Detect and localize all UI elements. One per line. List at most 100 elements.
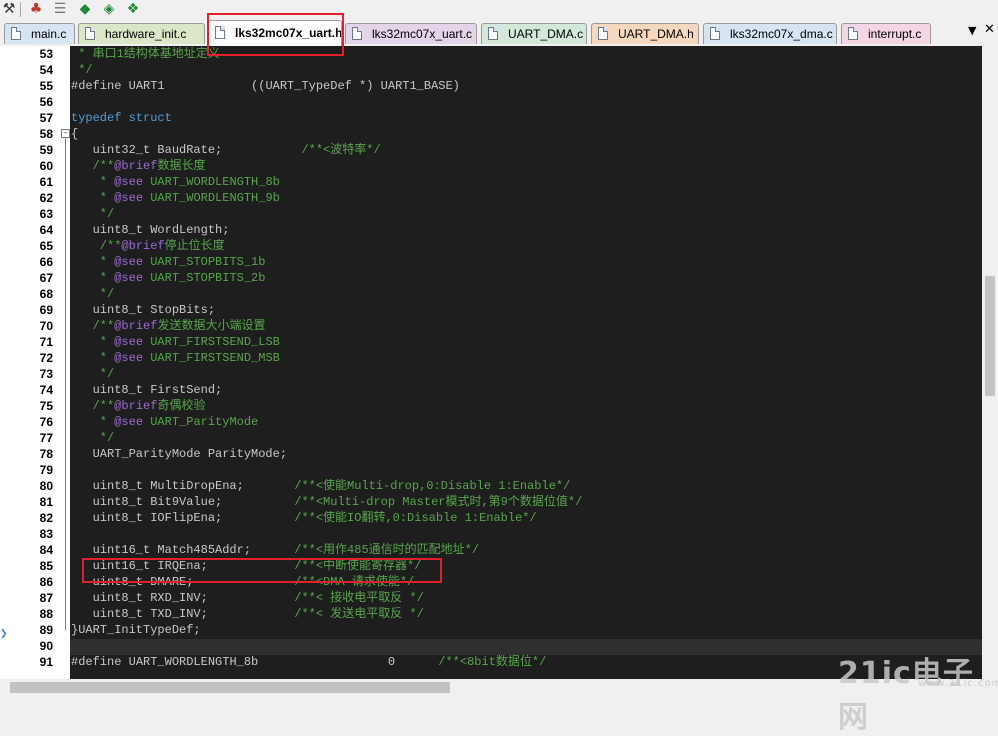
code-line[interactable]: 62 * @see UART_WORDLENGTH_9b xyxy=(0,190,982,206)
code-line[interactable]: 90 xyxy=(0,638,982,654)
code-line[interactable]: 84 uint16_t Match485Addr; /**<用作485通信时的匹… xyxy=(0,542,982,558)
code-line[interactable]: 57 typedef struct xyxy=(0,110,982,126)
code-line[interactable]: 73 */ xyxy=(0,366,982,382)
code-token: * xyxy=(71,415,115,429)
code-line[interactable]: 67 * @see UART_STOPBITS_2b xyxy=(0,270,982,286)
code-line[interactable]: 75 /**@brief奇偶校验 xyxy=(0,398,982,414)
code-token: UART_WORDLENGTH_8b 0 xyxy=(121,655,439,669)
tab-lks32mc07x-uart-c[interactable]: lks32mc07x_uart.c xyxy=(345,23,477,44)
tab-uart-dma-h[interactable]: UART_DMA.h xyxy=(591,23,699,44)
code-line[interactable]: 64 uint8_t WordLength; xyxy=(0,222,982,238)
code-line[interactable]: 88 uint8_t TXD_INV; /**< 发送电平取反 */ xyxy=(0,606,982,622)
code-token: UART_STOPBITS_2b xyxy=(143,271,266,285)
tab-uart-dma-c[interactable]: UART_DMA.c xyxy=(481,23,587,44)
code-line[interactable]: 74 uint8_t FirstSend; xyxy=(0,382,982,398)
close-icon[interactable]: ✕ xyxy=(984,22,995,37)
tab-label: hardware_init.c xyxy=(105,27,187,41)
module-icon[interactable]: ♣ xyxy=(28,1,44,17)
horizontal-scrollbar[interactable] xyxy=(0,679,982,696)
tab-label: lks32mc07x_dma.c xyxy=(730,27,833,41)
code-line[interactable]: 91 #define UART_WORDLENGTH_8b 0 /**<8bit数… xyxy=(0,654,982,670)
code-line[interactable]: 61 * @see UART_WORDLENGTH_8b xyxy=(0,174,982,190)
code-line[interactable]: 66 * @see UART_STOPBITS_1b xyxy=(0,254,982,270)
diamond-image-icon[interactable]: ❖ xyxy=(125,1,141,17)
diamond-arrow-icon[interactable]: ◈ xyxy=(101,1,117,17)
code-token: */ xyxy=(71,63,93,77)
file-icon xyxy=(848,27,858,40)
code-text: #define UART_WORDLENGTH_8b 0 /**<8bit数据位… xyxy=(71,654,546,670)
code-text: uint8_t StopBits; xyxy=(71,302,215,318)
code-token: * 串口1结构体基地址定义 xyxy=(71,47,220,61)
code-line[interactable]: 87 uint8_t RXD_INV; /**< 接收电平取反 */ xyxy=(0,590,982,606)
code-text: */ xyxy=(71,206,114,222)
code-token: @brief xyxy=(114,319,158,333)
file-icon xyxy=(11,27,21,40)
code-line[interactable]: 59 uint32_t BaudRate; /**<波特率*/ xyxy=(0,142,982,158)
code-line[interactable]: 76 * @see UART_ParityMode xyxy=(0,414,982,430)
code-token: @see xyxy=(114,271,144,285)
tab-label: main.c xyxy=(31,27,67,41)
code-text: UART_ParityMode ParityMode; xyxy=(71,446,287,462)
code-line[interactable]: 72 * @see UART_FIRSTSEND_MSB xyxy=(0,350,982,366)
code-line[interactable]: 71 * @see UART_FIRSTSEND_LSB xyxy=(0,334,982,350)
diamond-icon[interactable]: ◆ xyxy=(77,1,93,17)
code-line[interactable]: 54 */ xyxy=(0,62,982,78)
code-line[interactable]: 69 uint8_t StopBits; xyxy=(0,302,982,318)
code-line[interactable]: 55 #define UART1 ((UART_TypeDef *) UART1_… xyxy=(0,78,982,94)
code-line[interactable]: 77 */ xyxy=(0,430,982,446)
line-number: 74 xyxy=(39,383,53,397)
code-line[interactable]: 58-{ xyxy=(0,126,982,142)
code-line[interactable]: 80 uint8_t MultiDropEna; /**<使能Multi-dro… xyxy=(0,478,982,494)
code-token: * xyxy=(71,255,115,269)
line-number: 67 xyxy=(39,271,53,285)
tab-lks32mc07x-dma-c[interactable]: lks32mc07x_dma.c xyxy=(703,23,837,44)
vertical-scrollbar[interactable] xyxy=(982,46,998,679)
code-token: #define xyxy=(71,79,122,93)
code-editor[interactable]: 53 * 串口1结构体基地址定义 54 */55 #define UART1 ((U… xyxy=(0,46,982,679)
vertical-scroll-thumb[interactable] xyxy=(985,276,995,396)
watermark-url: www.21ic.com xyxy=(918,678,998,689)
code-line[interactable]: 79 xyxy=(0,462,982,478)
horizontal-scroll-thumb[interactable] xyxy=(10,682,450,693)
tab-overflow-button[interactable]: ▼ xyxy=(968,24,976,37)
line-number: 76 xyxy=(39,415,53,429)
code-text: * @see UART_STOPBITS_2b xyxy=(71,270,266,286)
code-line[interactable]: 83 xyxy=(0,526,982,542)
code-line[interactable]: 63 */ xyxy=(0,206,982,222)
code-text: uint8_t TXD_INV; /**< 发送电平取反 */ xyxy=(71,606,424,622)
tab-label: lks32mc07x_uart.c xyxy=(372,27,473,41)
code-line[interactable]: 78 UART_ParityMode ParityMode; xyxy=(0,446,982,462)
code-line[interactable]: 53 * 串口1结构体基地址定义 xyxy=(0,46,982,62)
fold-toggle-icon[interactable]: - xyxy=(61,129,70,138)
code-line[interactable]: 65 /**@brief停止位长度 xyxy=(0,238,982,254)
wrench-icon[interactable]: ⚒ xyxy=(1,1,17,17)
code-text: * @see UART_ParityMode xyxy=(71,414,258,430)
code-line[interactable]: 70 /**@brief发送数据大小端设置 xyxy=(0,318,982,334)
line-number: 78 xyxy=(39,447,53,461)
code-token: uint8_t FirstSend; xyxy=(71,383,223,397)
tab-interrupt-c[interactable]: interrupt.c xyxy=(841,23,931,44)
code-text: uint8_t Bit9Value; /**<Multi-drop Master… xyxy=(71,494,583,510)
line-number: 68 xyxy=(39,287,53,301)
code-line[interactable]: 60 /**@brief数据长度 xyxy=(0,158,982,174)
code-text: uint8_t RXD_INV; /**< 接收电平取反 */ xyxy=(71,590,424,606)
hierarchy-icon[interactable]: ☰ xyxy=(52,1,68,17)
tab-main-c[interactable]: main.c xyxy=(4,23,75,44)
line-number: 82 xyxy=(39,511,53,525)
code-line[interactable]: 89}UART_InitTypeDef; xyxy=(0,622,982,638)
line-number: 71 xyxy=(39,335,53,349)
code-line[interactable]: 68 */ xyxy=(0,286,982,302)
code-line[interactable]: 82 uint8_t IOFlipEna; /**<使能IO翻转,0:Disab… xyxy=(0,510,982,526)
tab-hardware-init-c[interactable]: hardware_init.c xyxy=(78,23,205,44)
code-token: /**< 接收电平取反 */ xyxy=(294,591,424,605)
code-line[interactable]: 56 xyxy=(0,94,982,110)
line-number: 61 xyxy=(39,175,53,189)
code-token: UART_ParityMode ParityMode; xyxy=(71,447,288,461)
tab-label: UART_DMA.h xyxy=(618,27,694,41)
code-line[interactable]: 81 uint8_t Bit9Value; /**<Multi-drop Mas… xyxy=(0,494,982,510)
code-token: uint8_t Bit9Value; xyxy=(71,495,295,509)
code-token: 数据长度 xyxy=(157,159,206,173)
code-token: */ xyxy=(71,287,115,301)
code-token: /** xyxy=(71,239,122,253)
line-number: 66 xyxy=(39,255,53,269)
